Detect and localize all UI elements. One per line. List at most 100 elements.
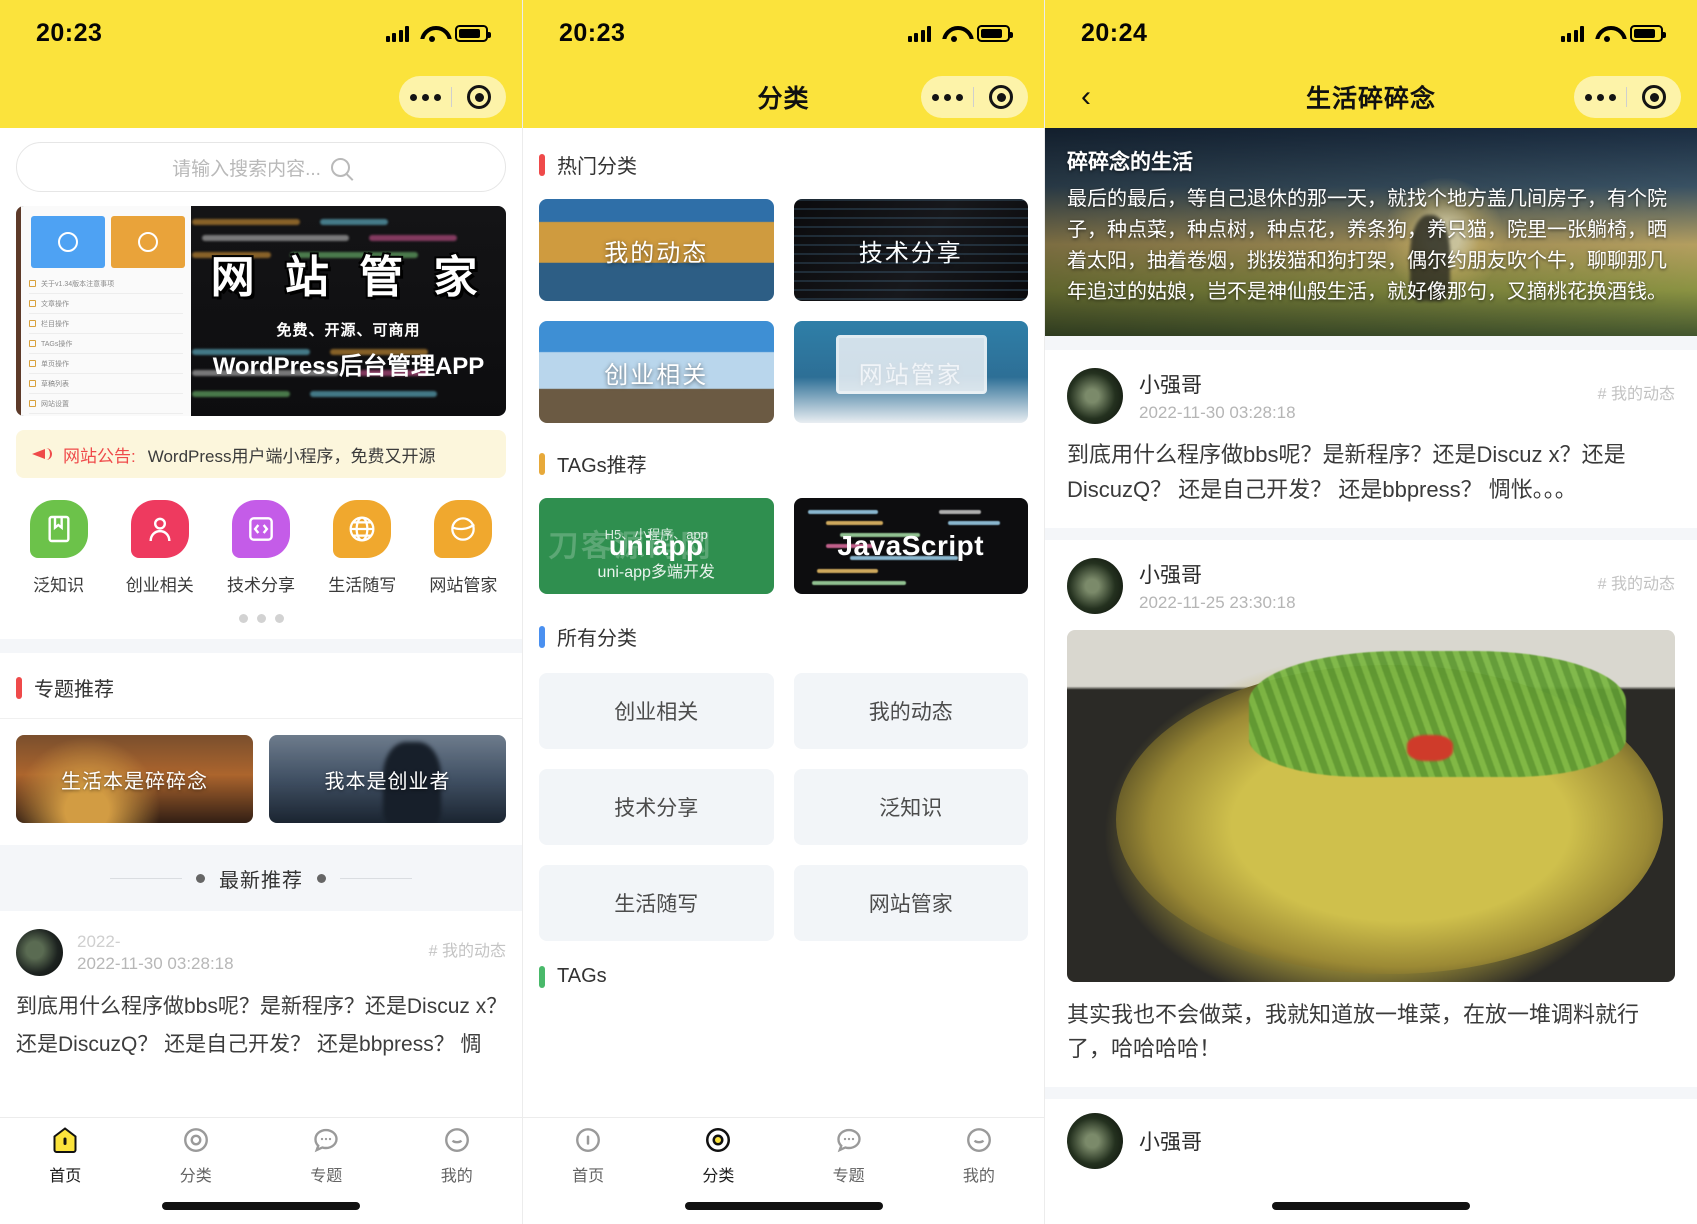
close-target-icon[interactable] bbox=[452, 85, 506, 109]
battery-icon bbox=[455, 24, 491, 42]
status-time: 20:23 bbox=[559, 18, 626, 47]
tag-card-uniapp[interactable]: 刀客源码网 H5、小程序、app uniapp uni-app多端开发 bbox=[539, 498, 774, 594]
code-icon bbox=[232, 500, 290, 558]
all-item-dongtai[interactable]: 我的动态 bbox=[793, 673, 1028, 749]
banner-menu-row: 网站设置 bbox=[29, 394, 183, 414]
close-target-icon[interactable] bbox=[1627, 85, 1681, 109]
status-icons bbox=[385, 24, 491, 42]
quick-link-jishu[interactable]: 技术分享 bbox=[210, 500, 311, 596]
all-item-guanjia[interactable]: 网站管家 bbox=[793, 865, 1028, 941]
post-tag[interactable]: # 我的动态 bbox=[1598, 380, 1675, 404]
section-title: TAGs推荐 bbox=[557, 455, 647, 477]
post-tag[interactable]: # 我的动态 bbox=[429, 937, 506, 961]
quick-link-label: 创业相关 bbox=[125, 576, 194, 595]
topic-card-label: 生活本是碎碎念 bbox=[61, 770, 208, 793]
quick-link-chuangye[interactable]: 创业相关 bbox=[109, 500, 210, 596]
tab-home[interactable]: 首页 bbox=[523, 1118, 653, 1192]
category-body: 热门分类 我的动态 技术分享 创业相关 网站管家 TAGs推荐 刀客源码网 H5… bbox=[523, 128, 1044, 992]
status-time: 20:23 bbox=[36, 18, 103, 47]
quick-link-shenghuo[interactable]: 生活随写 bbox=[312, 500, 413, 596]
announcement-text: WordPress用户端小程序，免费又开源 bbox=[147, 446, 436, 466]
tab-label: 专题 bbox=[310, 1167, 343, 1185]
hot-card-jishu[interactable]: 技术分享 bbox=[793, 199, 1028, 301]
tab-home[interactable]: 首页 bbox=[0, 1118, 131, 1192]
profile-icon bbox=[964, 1125, 994, 1155]
profile-icon bbox=[442, 1125, 472, 1155]
phone-panel-detail: 20:24 ‹ 生活碎碎念 碎碎念的生活 最后的最后，等自己退休的那一天，就找个 bbox=[1044, 0, 1697, 1224]
hot-card-dongtai[interactable]: 我的动态 bbox=[539, 199, 774, 301]
divider-dot bbox=[317, 873, 326, 883]
more-menu-icon[interactable] bbox=[1574, 93, 1626, 101]
home-indicator bbox=[684, 1202, 883, 1210]
more-menu-icon[interactable] bbox=[921, 93, 973, 101]
megaphone-icon bbox=[32, 446, 52, 462]
all-item-label: 网站管家 bbox=[868, 893, 953, 916]
section-spacer bbox=[1045, 1087, 1697, 1099]
wechat-capsule-menu[interactable] bbox=[399, 76, 506, 118]
quick-link-fanzhishi[interactable]: 泛知识 bbox=[8, 500, 109, 596]
quick-link-guanjia[interactable]: 网站管家 bbox=[413, 500, 514, 596]
banner-menu-row: 文章操作 bbox=[29, 294, 183, 314]
status-bar-3: 20:24 bbox=[1045, 0, 1697, 66]
hero-description: 最后的最后，等自己退休的那一天，就找个地方盖几间房子，有个院子，种点菜，种点树，… bbox=[1067, 188, 1667, 303]
all-item-shenghuo[interactable]: 生活随写 bbox=[539, 865, 774, 941]
wifi-icon bbox=[420, 25, 444, 42]
category-icon bbox=[703, 1125, 733, 1155]
site-announcement[interactable]: 网站公告: WordPress用户端小程序，免费又开源 bbox=[16, 430, 506, 478]
tab-profile[interactable]: 我的 bbox=[392, 1118, 523, 1192]
all-item-fanzhishi[interactable]: 泛知识 bbox=[793, 769, 1028, 845]
close-target-icon[interactable] bbox=[974, 85, 1028, 109]
wechat-capsule-menu[interactable] bbox=[1574, 76, 1681, 118]
wechat-capsule-menu[interactable] bbox=[921, 76, 1028, 118]
hot-card-chuangye[interactable]: 创业相关 bbox=[539, 321, 774, 423]
three-phone-screenshots: 20:23 请输入搜索内容... 关于v1.34版本注意事项 文章操作 栏目操作… bbox=[0, 0, 1697, 1224]
search-input[interactable]: 请输入搜索内容... bbox=[16, 142, 506, 192]
all-item-chuangye[interactable]: 创业相关 bbox=[539, 673, 774, 749]
tab-category[interactable]: 分类 bbox=[131, 1118, 262, 1192]
post-tag[interactable]: # 我的动态 bbox=[1598, 570, 1675, 594]
avatar bbox=[16, 929, 63, 976]
post-time: 2022-11-30 03:28:18 bbox=[1139, 403, 1296, 422]
section-accent-bar bbox=[539, 452, 545, 475]
tab-category[interactable]: 分类 bbox=[653, 1118, 783, 1192]
topic-card-life[interactable]: 生活本是碎碎念 bbox=[16, 735, 253, 823]
detail-post-2[interactable]: 小强哥 2022-11-25 23:30:18 # 我的动态 其实我也不会做菜，… bbox=[1045, 539, 1697, 1087]
post-time: 2022-11-25 23:30:18 bbox=[1139, 592, 1296, 612]
avatar bbox=[1067, 368, 1123, 424]
post-list-item[interactable]: 2022- 2022-11-30 03:28:18 # 我的动态 到底用什么程序… bbox=[0, 911, 522, 1062]
detail-post-3[interactable]: 小强哥 bbox=[1045, 1099, 1697, 1169]
tab-profile[interactable]: 我的 bbox=[914, 1118, 1044, 1192]
quick-link-label: 生活随写 bbox=[328, 576, 397, 595]
section-accent-bar bbox=[539, 153, 545, 176]
status-time: 20:24 bbox=[1081, 18, 1148, 47]
search-area: 请输入搜索内容... bbox=[0, 128, 522, 202]
promo-banner[interactable]: 关于v1.34版本注意事项 文章操作 栏目操作 TAGs操作 单页操作 草稿列表… bbox=[16, 206, 506, 416]
tab-list: 首页 分类 专题 我的 bbox=[523, 1118, 1044, 1192]
banner-app-screenshot: 关于v1.34版本注意事项 文章操作 栏目操作 TAGs操作 单页操作 草稿列表… bbox=[16, 206, 191, 416]
all-item-jishu[interactable]: 技术分享 bbox=[539, 769, 774, 845]
bottom-tab-bar-1: 首页 分类 专题 我的 bbox=[0, 1117, 522, 1224]
tab-label: 分类 bbox=[702, 1167, 735, 1185]
tab-topic[interactable]: 专题 bbox=[784, 1118, 914, 1192]
tab-topic[interactable]: 专题 bbox=[261, 1118, 392, 1192]
post-header: 小强哥 2022-11-30 03:28:18 # 我的动态 bbox=[1067, 368, 1675, 424]
tag-card-javascript[interactable]: JavaScript bbox=[793, 498, 1028, 594]
hero-title: 碎碎念的生活 bbox=[1067, 151, 1193, 174]
detail-post-1[interactable]: 小强哥 2022-11-30 03:28:18 # 我的动态 到底用什么程序做b… bbox=[1045, 350, 1697, 528]
home-indicator bbox=[162, 1202, 360, 1210]
divider-line bbox=[340, 877, 412, 879]
tags-section-header: TAGs推荐 bbox=[539, 423, 1028, 484]
topic-card-entrepreneur[interactable]: 我本是创业者 bbox=[269, 735, 506, 823]
status-bar-1: 20:23 bbox=[0, 0, 522, 66]
carousel-indicator[interactable] bbox=[0, 596, 522, 639]
quick-link-grid: 泛知识 创业相关 技术分享 生活随写 网站管家 bbox=[0, 478, 522, 596]
more-menu-icon[interactable] bbox=[399, 93, 451, 101]
tab-label: 我的 bbox=[962, 1167, 995, 1185]
hot-card-label: 我的动态 bbox=[604, 239, 709, 267]
status-icons bbox=[907, 24, 1013, 42]
post-meta: 小强哥 2022-11-30 03:28:18 bbox=[1139, 369, 1296, 423]
post-image[interactable] bbox=[1067, 629, 1675, 982]
post-meta: 小强哥 2022-11-25 23:30:18 bbox=[1139, 559, 1296, 613]
hot-card-guanjia[interactable]: 网站管家 bbox=[793, 321, 1028, 423]
tag-card-sub2: uni-app多端开发 bbox=[597, 564, 715, 581]
